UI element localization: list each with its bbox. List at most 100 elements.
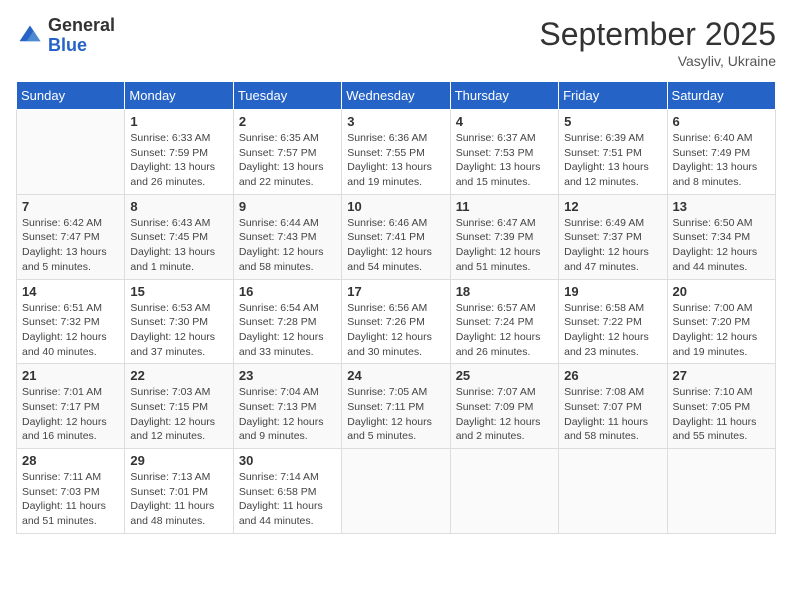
calendar-cell: 17 Sunrise: 6:56 AMSunset: 7:26 PMDayligh… [342,279,450,364]
day-number: 10 [347,199,444,214]
day-number: 8 [130,199,227,214]
calendar-cell: 22 Sunrise: 7:03 AMSunset: 7:15 PMDayligh… [125,364,233,449]
calendar-cell: 21Sunrise: 7:01 AMSunset: 7:17 PMDayligh… [17,364,125,449]
day-info: Sunrise: 6:54 AMSunset: 7:28 PMDaylight:… [239,301,336,360]
calendar-cell: 24Sunrise: 7:05 AMSunset: 7:11 PMDayligh… [342,364,450,449]
calendar-cell: 2 Sunrise: 6:35 AMSunset: 7:57 PMDaylight… [233,110,341,195]
day-number: 18 [456,284,553,299]
page-header: General Blue September 2025 Vasyliv, Ukr… [16,16,776,69]
day-number: 22 [130,368,227,383]
calendar-cell: 16 Sunrise: 6:54 AMSunset: 7:28 PMDayligh… [233,279,341,364]
day-info: Sunrise: 6:42 AMSunset: 7:47 PMDaylight:… [22,216,119,275]
day-number: 4 [456,114,553,129]
calendar-cell: 26 Sunrise: 7:08 AMSunset: 7:07 PMDayligh… [559,364,667,449]
day-number: 26 [564,368,661,383]
calendar-cell: 8Sunrise: 6:43 AMSunset: 7:45 PMDaylight… [125,194,233,279]
day-number: 27 [673,368,770,383]
day-number: 30 [239,453,336,468]
day-number: 11 [456,199,553,214]
calendar-cell [450,449,558,534]
day-info: Sunrise: 6:56 AMSunset: 7:26 PMDaylight:… [347,301,444,360]
weekday-header: Monday [125,82,233,110]
calendar-cell: 30 Sunrise: 7:14 AMSunset: 6:58 PMDayligh… [233,449,341,534]
day-number: 16 [239,284,336,299]
day-info: Sunrise: 7:00 AMSunset: 7:20 PMDaylight:… [673,301,770,360]
calendar-cell: 14 Sunrise: 6:51 AMSunset: 7:32 PMDayligh… [17,279,125,364]
day-info: Sunrise: 7:03 AMSunset: 7:15 PMDaylight:… [130,385,227,444]
day-info: Sunrise: 6:51 AMSunset: 7:32 PMDaylight:… [22,301,119,360]
calendar-week-row: 7Sunrise: 6:42 AMSunset: 7:47 PMDaylight… [17,194,776,279]
day-info: Sunrise: 6:57 AMSunset: 7:24 PMDaylight:… [456,301,553,360]
day-number: 29 [130,453,227,468]
logo: General Blue [16,16,115,56]
calendar-week-row: 14 Sunrise: 6:51 AMSunset: 7:32 PMDayligh… [17,279,776,364]
day-info: Sunrise: 6:53 AMSunset: 7:30 PMDaylight:… [130,301,227,360]
calendar-week-row: 21Sunrise: 7:01 AMSunset: 7:17 PMDayligh… [17,364,776,449]
day-info: Sunrise: 6:46 AMSunset: 7:41 PMDaylight:… [347,216,444,275]
logo-blue: Blue [48,36,115,56]
day-info: Sunrise: 7:10 AMSunset: 7:05 PMDaylight:… [673,385,770,444]
day-info: Sunrise: 6:50 AMSunset: 7:34 PMDaylight:… [673,216,770,275]
calendar-cell [559,449,667,534]
calendar-cell: 18 Sunrise: 6:57 AMSunset: 7:24 PMDayligh… [450,279,558,364]
weekday-header: Wednesday [342,82,450,110]
calendar-cell: 23 Sunrise: 7:04 AMSunset: 7:13 PMDayligh… [233,364,341,449]
day-info: Sunrise: 6:40 AMSunset: 7:49 PMDaylight:… [673,131,770,190]
day-number: 23 [239,368,336,383]
day-info: Sunrise: 6:35 AMSunset: 7:57 PMDaylight:… [239,131,336,190]
day-number: 24 [347,368,444,383]
logo-general: General [48,16,115,36]
calendar-cell [667,449,775,534]
day-info: Sunrise: 7:11 AMSunset: 7:03 PMDaylight:… [22,470,119,529]
calendar-cell: 28Sunrise: 7:11 AMSunset: 7:03 PMDayligh… [17,449,125,534]
weekday-header: Friday [559,82,667,110]
day-number: 17 [347,284,444,299]
day-number: 3 [347,114,444,129]
calendar-header-row: SundayMondayTuesdayWednesdayThursdayFrid… [17,82,776,110]
logo-text: General Blue [48,16,115,56]
day-info: Sunrise: 7:07 AMSunset: 7:09 PMDaylight:… [456,385,553,444]
calendar-cell: 12 Sunrise: 6:49 AMSunset: 7:37 PMDayligh… [559,194,667,279]
weekday-header: Saturday [667,82,775,110]
day-number: 13 [673,199,770,214]
day-info: Sunrise: 6:37 AMSunset: 7:53 PMDaylight:… [456,131,553,190]
day-info: Sunrise: 7:04 AMSunset: 7:13 PMDaylight:… [239,385,336,444]
calendar-cell: 7Sunrise: 6:42 AMSunset: 7:47 PMDaylight… [17,194,125,279]
calendar-week-row: 28Sunrise: 7:11 AMSunset: 7:03 PMDayligh… [17,449,776,534]
day-info: Sunrise: 7:13 AMSunset: 7:01 PMDaylight:… [130,470,227,529]
calendar-cell: 11Sunrise: 6:47 AMSunset: 7:39 PMDayligh… [450,194,558,279]
day-info: Sunrise: 6:58 AMSunset: 7:22 PMDaylight:… [564,301,661,360]
day-info: Sunrise: 7:14 AMSunset: 6:58 PMDaylight:… [239,470,336,529]
calendar-cell: 5 Sunrise: 6:39 AMSunset: 7:51 PMDaylight… [559,110,667,195]
day-number: 5 [564,114,661,129]
calendar-cell: 1 Sunrise: 6:33 AMSunset: 7:59 PMDaylight… [125,110,233,195]
day-number: 14 [22,284,119,299]
weekday-header: Tuesday [233,82,341,110]
calendar-cell: 9 Sunrise: 6:44 AMSunset: 7:43 PMDaylight… [233,194,341,279]
calendar-cell: 3Sunrise: 6:36 AMSunset: 7:55 PMDaylight… [342,110,450,195]
weekday-header: Sunday [17,82,125,110]
day-number: 9 [239,199,336,214]
calendar-cell: 27 Sunrise: 7:10 AMSunset: 7:05 PMDayligh… [667,364,775,449]
day-info: Sunrise: 7:08 AMSunset: 7:07 PMDaylight:… [564,385,661,444]
day-number: 19 [564,284,661,299]
calendar-cell [342,449,450,534]
calendar-cell: 15Sunrise: 6:53 AMSunset: 7:30 PMDayligh… [125,279,233,364]
day-number: 1 [130,114,227,129]
day-info: Sunrise: 6:49 AMSunset: 7:37 PMDaylight:… [564,216,661,275]
location-subtitle: Vasyliv, Ukraine [539,53,776,69]
calendar-table: SundayMondayTuesdayWednesdayThursdayFrid… [16,81,776,534]
calendar-cell: 4 Sunrise: 6:37 AMSunset: 7:53 PMDaylight… [450,110,558,195]
day-info: Sunrise: 6:39 AMSunset: 7:51 PMDaylight:… [564,131,661,190]
logo-icon [16,22,44,50]
calendar-cell [17,110,125,195]
day-number: 12 [564,199,661,214]
calendar-cell: 10 Sunrise: 6:46 AMSunset: 7:41 PMDayligh… [342,194,450,279]
day-info: Sunrise: 6:33 AMSunset: 7:59 PMDaylight:… [130,131,227,190]
day-number: 6 [673,114,770,129]
day-number: 2 [239,114,336,129]
calendar-cell: 13 Sunrise: 6:50 AMSunset: 7:34 PMDayligh… [667,194,775,279]
day-info: Sunrise: 6:44 AMSunset: 7:43 PMDaylight:… [239,216,336,275]
day-number: 20 [673,284,770,299]
day-number: 21 [22,368,119,383]
